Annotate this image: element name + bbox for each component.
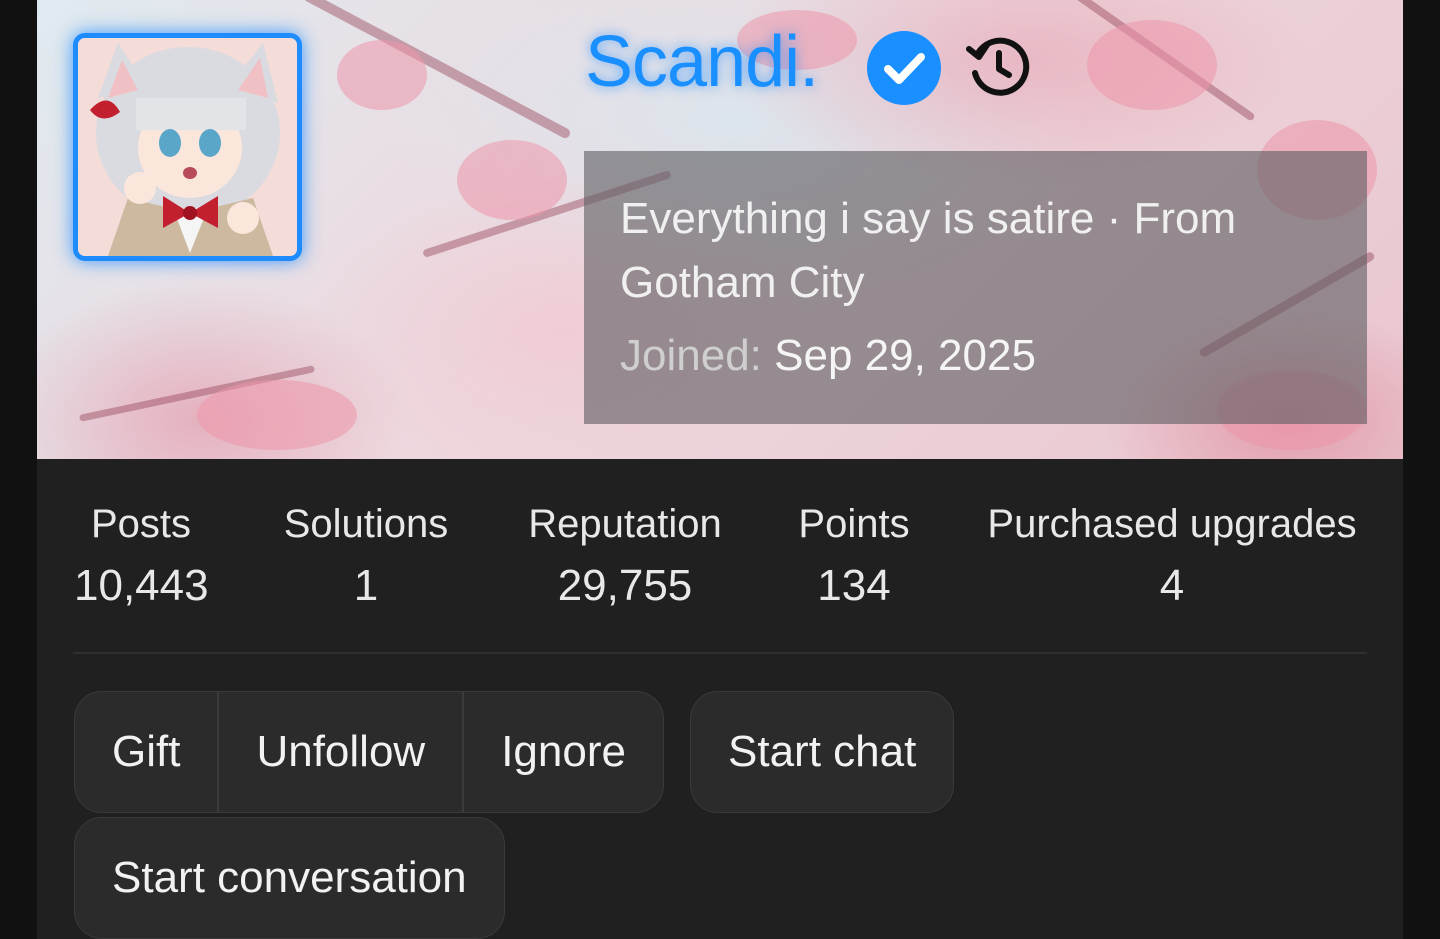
- profile-banner: Scandi. Everything i say is satire · Fro…: [37, 0, 1403, 459]
- unfollow-button[interactable]: Unfollow: [217, 692, 462, 812]
- conversation-actions-group: Start conversation: [74, 817, 505, 939]
- ignore-button[interactable]: Ignore: [462, 692, 663, 812]
- username[interactable]: Scandi.: [585, 20, 819, 104]
- profile-about-box: Everything i say is satire · From Gotham…: [584, 151, 1367, 424]
- gift-button[interactable]: Gift: [75, 692, 217, 812]
- joined-label: Joined:: [620, 331, 762, 380]
- stat-label: Points: [798, 502, 910, 546]
- stat-solutions[interactable]: Solutions 1: [273, 500, 459, 614]
- stat-purchased-upgrades[interactable]: Purchased upgrades 4: [977, 500, 1367, 614]
- joined-line: Joined: Sep 29, 2025: [620, 327, 1036, 385]
- joined-date[interactable]: Sep 29, 2025: [774, 331, 1036, 380]
- profile-bio: Everything i say is satire · From Gotham…: [620, 194, 1237, 307]
- stat-value: 4: [1159, 561, 1185, 610]
- stat-points[interactable]: Points 134: [787, 500, 921, 614]
- start-conversation-button[interactable]: Start conversation: [75, 818, 504, 938]
- stat-posts[interactable]: Posts 10,443: [74, 500, 209, 614]
- stat-value: 134: [817, 561, 891, 610]
- avatar[interactable]: [73, 33, 302, 261]
- avatar-image: [78, 38, 297, 256]
- start-chat-button[interactable]: Start chat: [691, 692, 953, 812]
- stat-label: Posts: [90, 502, 192, 546]
- chat-actions-group: Start chat: [690, 691, 955, 813]
- stat-value: 10,443: [74, 561, 209, 610]
- member-actions-group: Gift Unfollow Ignore: [74, 691, 664, 813]
- history-icon[interactable]: [965, 33, 1033, 101]
- verified-badge-icon: [867, 31, 941, 105]
- stat-value: 29,755: [557, 561, 693, 610]
- stat-label: Purchased upgrades: [987, 502, 1357, 546]
- stat-label: Solutions: [283, 502, 449, 546]
- stat-reputation[interactable]: Reputation 29,755: [515, 500, 735, 614]
- stat-value: 1: [353, 561, 379, 610]
- divider: [73, 652, 1367, 654]
- member-profile-card: Scandi. Everything i say is satire · Fro…: [37, 0, 1403, 939]
- stat-label: Reputation: [528, 502, 722, 546]
